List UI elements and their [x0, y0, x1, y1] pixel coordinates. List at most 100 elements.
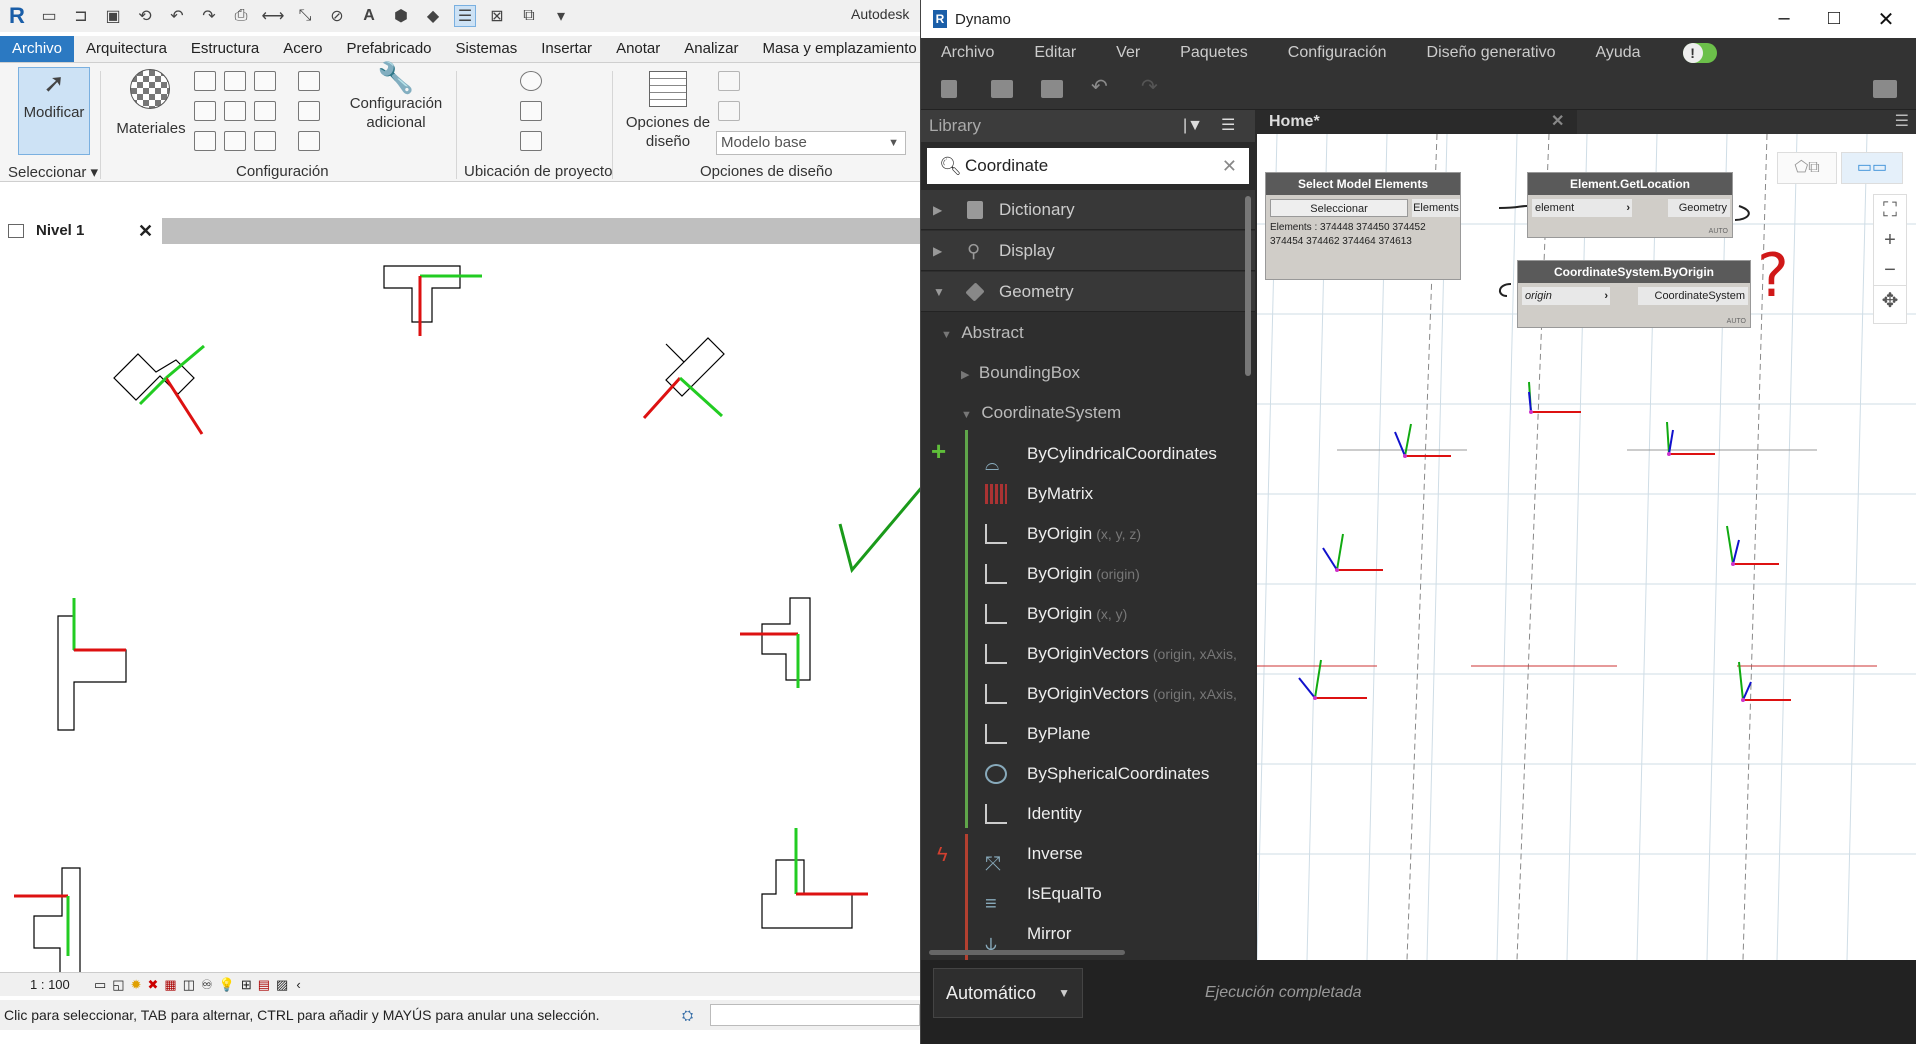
- section-icon[interactable]: ◆: [422, 5, 444, 27]
- zoom-fit-icon[interactable]: ⛶: [1874, 195, 1906, 225]
- print-icon[interactable]: ⎙: [230, 5, 252, 27]
- location-icon[interactable]: [520, 71, 542, 91]
- node-mirror[interactable]: ⫝ Mirror: [921, 914, 1255, 955]
- node-bymatrix[interactable]: ByMatrix: [921, 474, 1255, 514]
- pan-icon[interactable]: ✥: [1874, 285, 1906, 315]
- close-hidden-icon[interactable]: ⊠: [486, 5, 508, 27]
- shared-params-icon[interactable]: [224, 101, 246, 121]
- tab-archivo[interactable]: Archivo: [0, 36, 75, 62]
- open-file-icon[interactable]: [991, 80, 1013, 98]
- undo-icon[interactable]: ↶: [166, 5, 188, 27]
- tag-icon[interactable]: ⊘: [326, 5, 348, 27]
- revit-logo-icon[interactable]: R: [6, 3, 28, 28]
- lock-3d-icon[interactable]: ⊞: [241, 977, 252, 993]
- thin-lines-icon[interactable]: ☰: [454, 5, 476, 27]
- pick-to-edit-icon[interactable]: [718, 101, 740, 121]
- elements-output-port[interactable]: Elements: [1412, 199, 1460, 217]
- detail-level-icon[interactable]: ▭: [94, 977, 106, 993]
- tab-sistemas[interactable]: Sistemas: [444, 36, 530, 62]
- structural-settings-icon[interactable]: [298, 71, 320, 91]
- project-info-icon[interactable]: [254, 71, 276, 91]
- dimension-icon[interactable]: ⤡: [294, 5, 316, 27]
- category-display[interactable]: ▶ ⚲ Display: [921, 231, 1255, 271]
- tab-anotar[interactable]: Anotar: [604, 36, 672, 62]
- redo-icon[interactable]: ↷: [1141, 74, 1163, 98]
- object-styles-icon[interactable]: [194, 71, 216, 91]
- tab-estructura[interactable]: Estructura: [179, 36, 271, 62]
- switch-windows-icon[interactable]: ⧉: [518, 5, 540, 27]
- tab-masa-emplazamiento[interactable]: Masa y emplazamiento: [750, 36, 920, 62]
- mep-settings-icon[interactable]: [298, 101, 320, 121]
- save-icon[interactable]: [1041, 80, 1063, 98]
- category-geometry[interactable]: ▼ Geometry: [921, 272, 1255, 312]
- clear-search-icon[interactable]: ✕: [1222, 148, 1237, 184]
- graph-view-button[interactable]: ▭▭: [1841, 152, 1903, 184]
- transfer-standards-icon[interactable]: [194, 131, 216, 151]
- temporary-hide-icon[interactable]: ♾: [201, 977, 213, 993]
- analysis-icon[interactable]: ▨: [276, 977, 288, 993]
- filter-icon[interactable]: |▼: [1183, 110, 1203, 142]
- node-byoriginvectors-1[interactable]: ByOriginVectors (origin, xAxis,: [921, 634, 1255, 674]
- crop-icon[interactable]: ◫: [183, 977, 195, 993]
- close-icon[interactable]: ✕: [138, 218, 153, 244]
- visual-style-icon[interactable]: ◱: [112, 977, 124, 993]
- menu-editar[interactable]: Editar: [1014, 44, 1096, 62]
- geometry-view-button[interactable]: ⬠⧉: [1777, 152, 1837, 184]
- zoom-out-icon[interactable]: −: [1874, 255, 1906, 285]
- seleccionar-button[interactable]: Seleccionar: [1270, 199, 1408, 217]
- node-identity[interactable]: Identity: [921, 794, 1255, 834]
- position-icon[interactable]: [520, 131, 542, 151]
- menu-ayuda[interactable]: Ayuda: [1575, 44, 1660, 62]
- maximize-icon[interactable]: □: [1819, 7, 1849, 30]
- scale-value[interactable]: 1 : 100: [0, 977, 90, 992]
- tab-insertar[interactable]: Insertar: [529, 36, 604, 62]
- global-params-icon[interactable]: [254, 101, 276, 121]
- panel-seleccionar-label[interactable]: Seleccionar ▾: [8, 163, 98, 181]
- view-tab-nivel-1[interactable]: Nivel 1 ✕: [0, 218, 162, 244]
- node-byplane[interactable]: ByPlane: [921, 714, 1255, 754]
- origin-input-port[interactable]: origin ›: [1522, 287, 1610, 305]
- sub-boundingbox[interactable]: ▶ BoundingBox: [961, 358, 1080, 390]
- dropdown-icon[interactable]: ▾: [550, 5, 572, 27]
- modelo-base-select[interactable]: Modelo base ▼: [716, 131, 906, 155]
- node-element-getlocation[interactable]: Element.GetLocation element › Geometry AU…: [1527, 172, 1733, 238]
- new-file-icon[interactable]: [941, 80, 957, 98]
- text-icon[interactable]: A: [358, 5, 380, 27]
- menu-archivo[interactable]: Archivo: [921, 44, 1014, 62]
- close-icon[interactable]: ✕: [1871, 7, 1901, 32]
- sun-path-icon[interactable]: ✹: [131, 977, 142, 993]
- library-search[interactable]: 🔍︎ Coordinate ✕: [927, 148, 1249, 184]
- tab-home[interactable]: Home* ✕: [1257, 110, 1577, 134]
- project-params-icon[interactable]: [194, 101, 216, 121]
- node-bysphericalcoordinates[interactable]: BySphericalCoordinates: [921, 754, 1255, 794]
- reveal-hidden-icon[interactable]: 💡: [219, 977, 235, 993]
- layout-icon[interactable]: ☰: [1221, 110, 1235, 142]
- menu-diseno-generativo[interactable]: Diseño generativo: [1407, 44, 1576, 62]
- minimize-icon[interactable]: –: [1769, 7, 1799, 30]
- opciones-diseno-button[interactable]: Opciones de diseño: [620, 67, 716, 155]
- shadows-icon[interactable]: ✖: [148, 977, 159, 993]
- library-scrollbar[interactable]: [1245, 196, 1251, 376]
- element-input-port[interactable]: element ›: [1532, 199, 1632, 217]
- folder-icon[interactable]: ⊐: [70, 5, 92, 27]
- sub-abstract[interactable]: ▼ Abstract: [941, 318, 1024, 350]
- zoom-in-icon[interactable]: +: [1874, 225, 1906, 255]
- tab-prefabricado[interactable]: Prefabricado: [334, 36, 443, 62]
- render-icon[interactable]: ▦: [164, 977, 176, 993]
- menu-configuracion[interactable]: Configuración: [1268, 44, 1407, 62]
- node-byorigin-origin[interactable]: ByOrigin (origin): [921, 554, 1255, 594]
- tab-arquitectura[interactable]: Arquitectura: [74, 36, 179, 62]
- workset-field[interactable]: [710, 1004, 920, 1026]
- node-byoriginvectors-2[interactable]: ByOriginVectors (origin, xAxis,: [921, 674, 1255, 714]
- undo-icon[interactable]: ↶: [1091, 74, 1113, 98]
- purge-icon[interactable]: [224, 131, 246, 151]
- coordinates-icon[interactable]: [520, 101, 542, 121]
- workspace-canvas[interactable]: Select Model Elements Seleccionar Elemen…: [1257, 134, 1916, 960]
- node-isequalto[interactable]: ≡ IsEqualTo: [921, 874, 1255, 915]
- camera-icon[interactable]: [1873, 80, 1897, 98]
- node-select-model-elements[interactable]: Select Model Elements Seleccionar Elemen…: [1265, 172, 1461, 280]
- workspace-menu-icon[interactable]: ☰: [1895, 110, 1909, 134]
- configuracion-adicional-button[interactable]: 🔧 Configuración adicional: [344, 64, 448, 155]
- node-inverse[interactable]: ⤧ Inverse: [921, 834, 1255, 875]
- materiales-button[interactable]: Materiales: [108, 67, 194, 155]
